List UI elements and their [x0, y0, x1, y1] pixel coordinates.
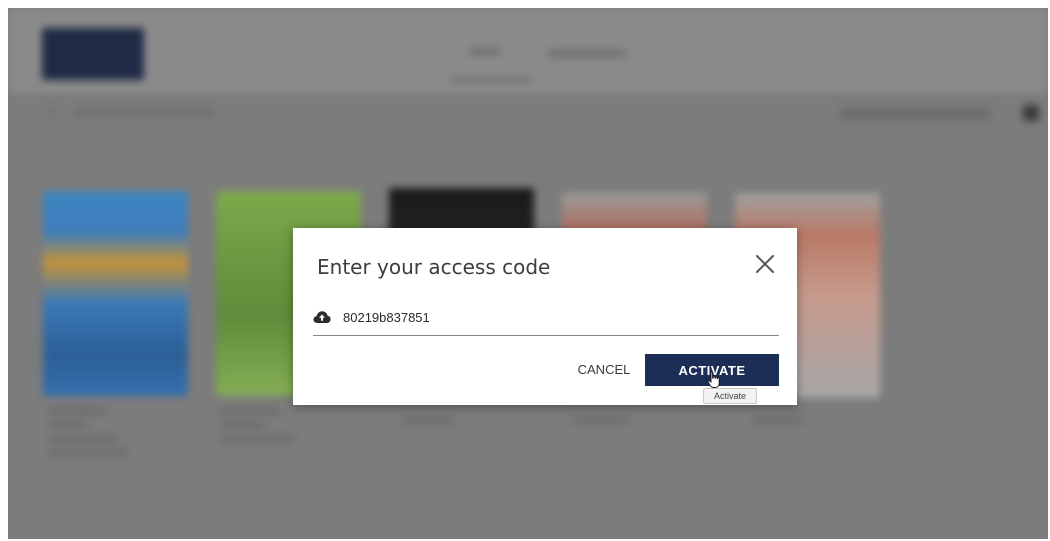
hand-cursor-icon [707, 371, 720, 388]
close-icon [756, 255, 774, 273]
app-logo [42, 28, 144, 80]
book-caption [48, 450, 128, 456]
search-placeholder [74, 109, 214, 116]
cloud-upload-icon [313, 311, 331, 323]
book-caption [573, 418, 628, 424]
book-cover [43, 191, 188, 396]
access-code-input[interactable] [343, 305, 763, 329]
nav-tab [548, 50, 626, 57]
dialog-title: Enter your access code [317, 255, 551, 279]
book-caption [220, 436, 295, 442]
close-button[interactable] [749, 248, 781, 280]
book-caption [48, 436, 118, 442]
activate-tooltip: Activate [703, 388, 757, 404]
menu-icon [1023, 105, 1039, 121]
access-code-field [313, 303, 779, 336]
book-caption [220, 408, 280, 414]
book-caption [403, 418, 453, 424]
nav-tab-underline [450, 78, 530, 81]
book-caption [220, 422, 265, 428]
book-caption [48, 408, 108, 414]
book-caption [48, 422, 88, 428]
nav-tab [470, 48, 500, 55]
sort-dropdown [840, 108, 990, 120]
access-code-dialog: Enter your access code CANCEL ACTIVATE A… [293, 228, 797, 405]
cancel-button[interactable]: CANCEL [566, 354, 642, 384]
book-caption [753, 418, 803, 424]
